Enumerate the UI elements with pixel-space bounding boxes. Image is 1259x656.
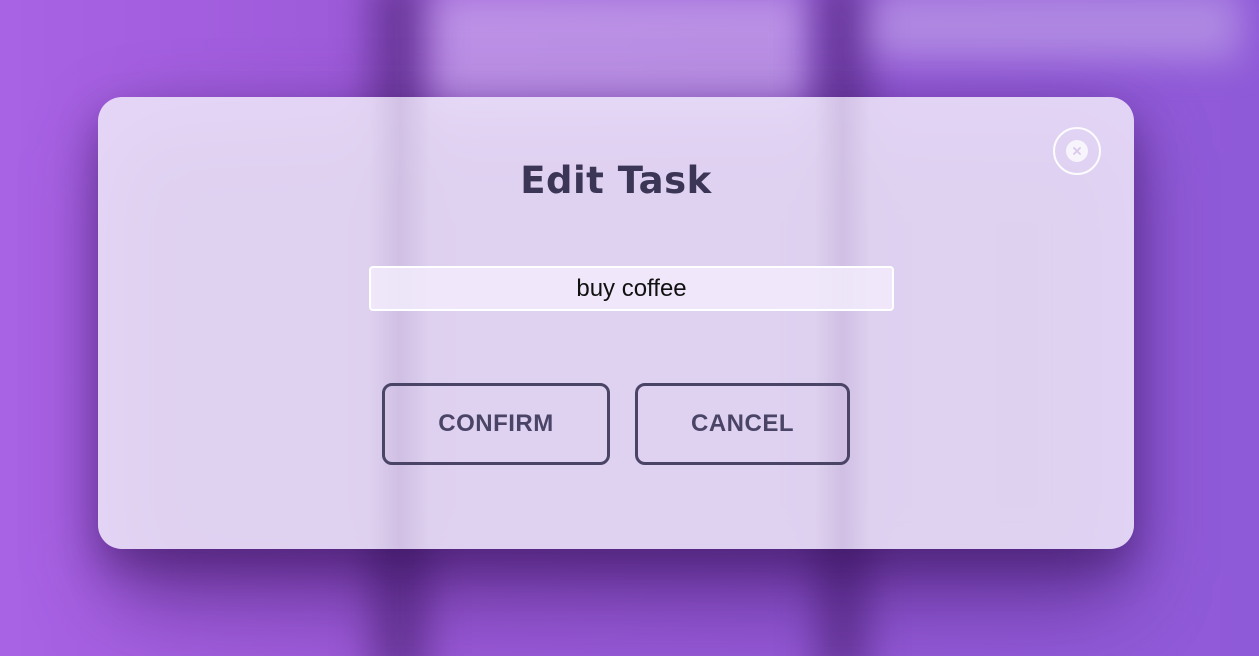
- edit-task-modal: Edit Task CONFIRM CANCEL: [98, 97, 1134, 549]
- close-button[interactable]: [1053, 127, 1101, 175]
- cancel-button[interactable]: CANCEL: [635, 383, 850, 465]
- task-name-input[interactable]: [369, 266, 894, 311]
- confirm-button[interactable]: CONFIRM: [382, 383, 610, 465]
- modal-title: Edit Task: [520, 159, 712, 202]
- close-icon: [1066, 140, 1088, 162]
